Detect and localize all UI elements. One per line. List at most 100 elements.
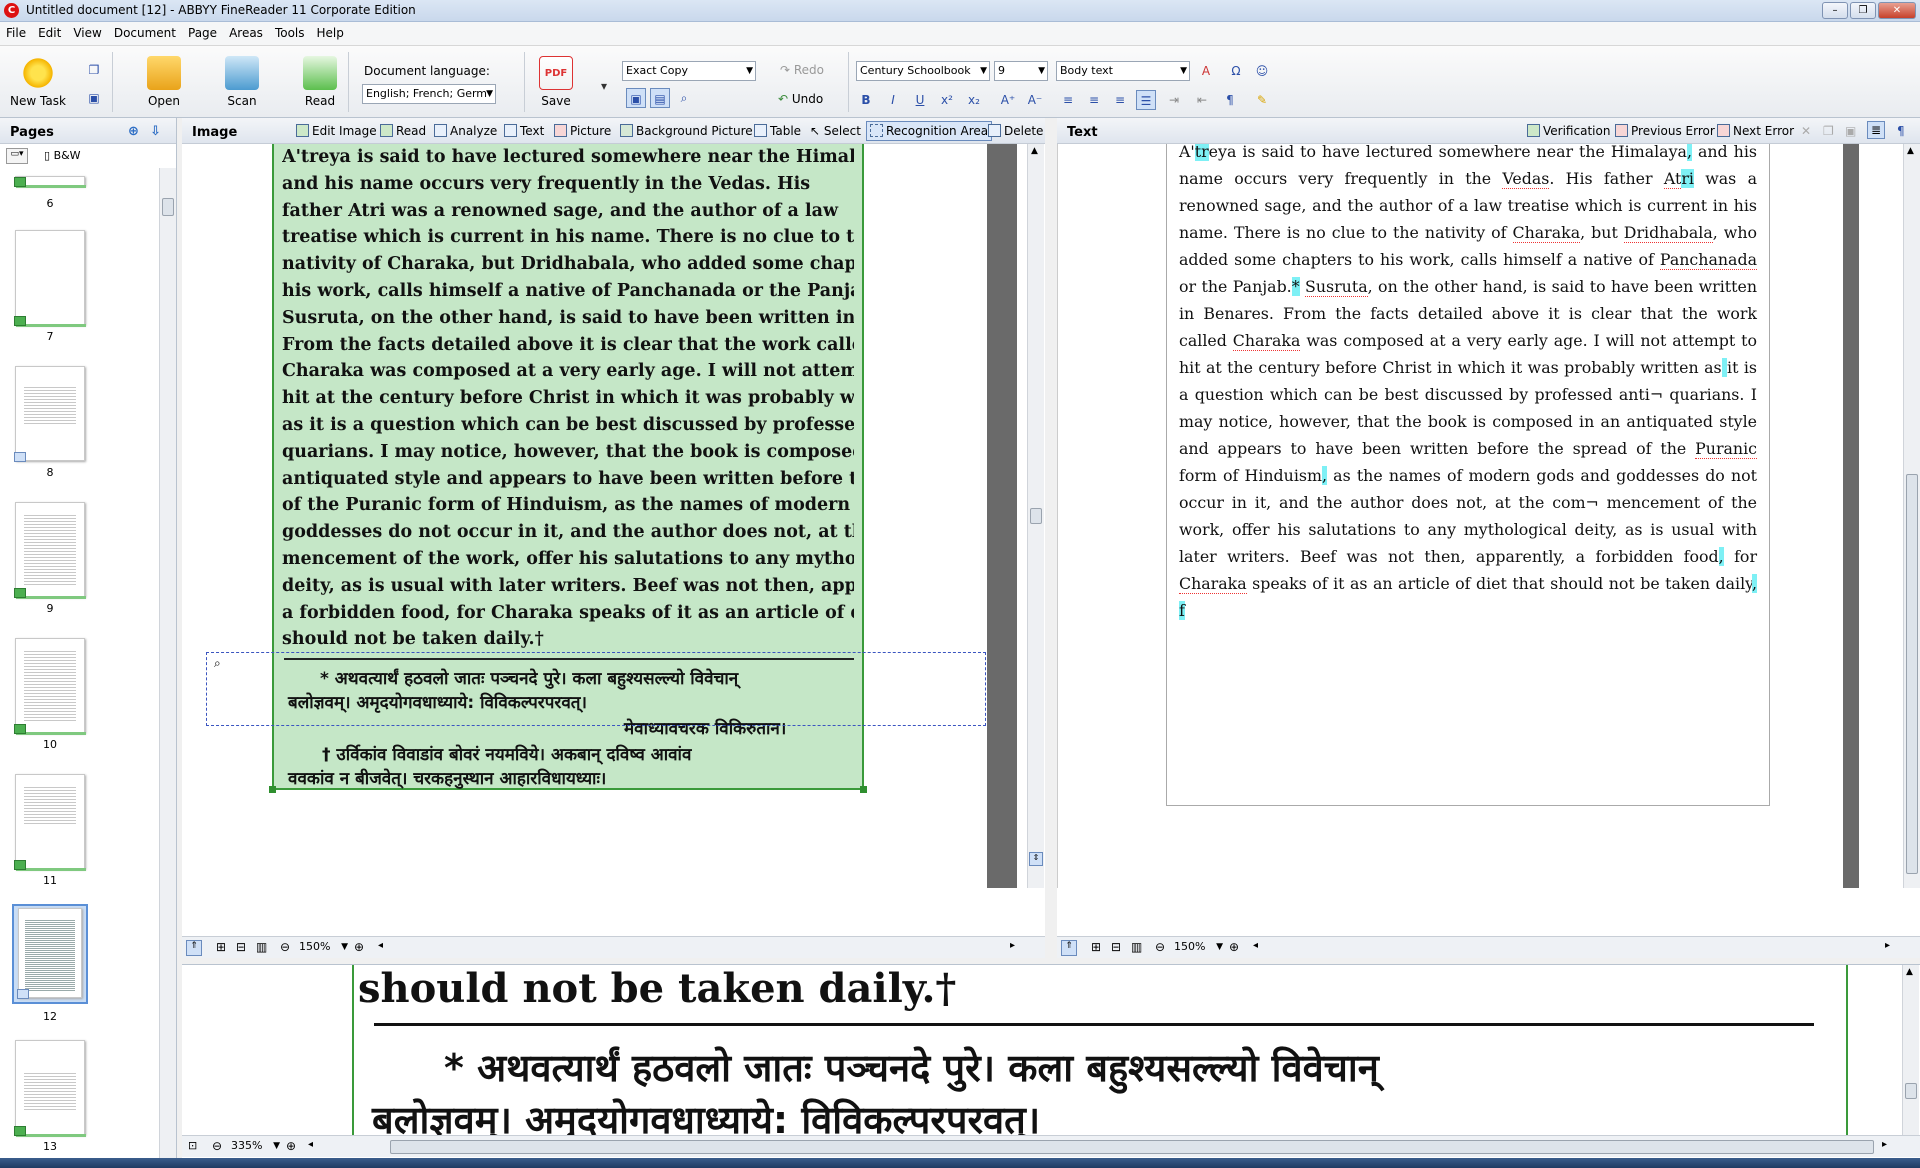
menu-help[interactable]: Help bbox=[311, 22, 350, 40]
text-canvas[interactable]: A'treya is said to have lectured somewhe… bbox=[1063, 144, 1859, 888]
increase-font-icon[interactable]: A⁺ bbox=[998, 90, 1018, 110]
zoom-in-icon[interactable]: ⊕ bbox=[1229, 940, 1239, 954]
scroll-right-icon[interactable]: ▸ bbox=[1010, 940, 1015, 951]
picture-area-tool[interactable]: Picture bbox=[554, 124, 611, 138]
zoom-out-icon[interactable]: ⊖ bbox=[280, 940, 290, 954]
page-thumbnail-10[interactable] bbox=[14, 638, 86, 735]
analyze-tool[interactable]: Analyze bbox=[434, 124, 497, 138]
recognized-text[interactable]: A'treya is said to have lectured somewhe… bbox=[1179, 144, 1757, 624]
font-family-select[interactable]: Century Schoolbook ▼ bbox=[856, 61, 990, 81]
minimize-button[interactable]: – bbox=[1822, 2, 1848, 19]
italic-icon[interactable]: I bbox=[883, 90, 903, 110]
menu-areas[interactable]: Areas bbox=[223, 22, 269, 40]
zoom-in-icon[interactable]: ⊕ bbox=[354, 940, 364, 954]
next-error-button[interactable]: Next Error bbox=[1717, 124, 1794, 138]
subscript-icon[interactable]: x₂ bbox=[964, 90, 984, 110]
scroll-right-icon[interactable]: ▸ bbox=[1885, 940, 1890, 951]
zoom-in-icon[interactable]: ⊕ bbox=[286, 1139, 296, 1153]
color-mode-button[interactable]: ▯ B&W bbox=[44, 149, 81, 162]
magnifier-icon[interactable]: ⌕ bbox=[674, 88, 694, 108]
text-area-tool[interactable]: Text bbox=[504, 124, 544, 138]
bold-icon[interactable]: B bbox=[856, 90, 876, 110]
copy-icon[interactable]: ❐ bbox=[84, 60, 104, 80]
align-center-icon[interactable]: ≡ bbox=[1084, 90, 1104, 110]
redo-button[interactable]: ↷ Redo bbox=[780, 63, 824, 77]
underline-icon[interactable]: U bbox=[910, 90, 930, 110]
view-mode-icon[interactable]: ▭▾ bbox=[6, 148, 28, 164]
highlight-icon[interactable]: ✎ bbox=[1252, 90, 1272, 110]
style-editor-icon[interactable]: A bbox=[1196, 61, 1216, 81]
collapse-pane-icon[interactable]: ⇑ bbox=[1061, 940, 1077, 956]
text-view-icon[interactable]: ▤ bbox=[650, 88, 670, 108]
recognition-area-selection[interactable] bbox=[206, 652, 986, 726]
zoom-out-icon[interactable]: ⊖ bbox=[212, 1139, 222, 1153]
image-canvas[interactable]: A'treya is said to have lectured somewhe… bbox=[186, 144, 987, 888]
text-pane-scrollbar[interactable]: ▲ bbox=[1903, 144, 1920, 888]
menu-document[interactable]: Document bbox=[108, 22, 182, 40]
image-pane-scrollbar[interactable]: ▲ ⇕ bbox=[1027, 144, 1044, 888]
table-area-tool[interactable]: Table bbox=[754, 124, 801, 138]
omega-icon[interactable]: Ω bbox=[1226, 61, 1246, 81]
fit-icon[interactable]: ⊡ bbox=[188, 1139, 197, 1152]
zoom-pane-scrollbar[interactable]: ▲ bbox=[1902, 965, 1919, 1135]
add-page-icon[interactable]: ⊕ bbox=[128, 124, 139, 139]
menu-page[interactable]: Page bbox=[182, 22, 223, 40]
indent-icon[interactable]: ⇥ bbox=[1164, 90, 1184, 110]
zoomed-image[interactable]: should not be taken daily.† * अथवत्यार्थ… bbox=[352, 965, 1848, 1135]
close-button[interactable]: ✕ bbox=[1878, 2, 1916, 19]
image-view-icon[interactable]: ▣ bbox=[626, 88, 646, 108]
text-page[interactable]: A'treya is said to have lectured somewhe… bbox=[1166, 144, 1770, 806]
page-thumbnail-12[interactable] bbox=[17, 908, 82, 999]
scroll-left-icon[interactable]: ◂ bbox=[378, 940, 383, 951]
maximize-button[interactable]: ❐ bbox=[1850, 2, 1876, 19]
new-task-button[interactable]: New Task bbox=[6, 50, 70, 116]
page-thumbnail-9[interactable] bbox=[14, 502, 86, 599]
undo-button[interactable]: ↶ Undo bbox=[778, 92, 823, 106]
actual-size-icon[interactable]: ▥ bbox=[256, 940, 267, 954]
save-button[interactable]: PDF Save bbox=[524, 50, 588, 116]
document-language-select[interactable]: English; French; Germ ▼ bbox=[362, 84, 496, 104]
scroll-right-icon[interactable]: ▸ bbox=[1882, 1139, 1887, 1150]
scroll-left-icon[interactable]: ◂ bbox=[308, 1139, 313, 1150]
justify-icon[interactable]: ☰ bbox=[1136, 90, 1156, 110]
previous-error-button[interactable]: Previous Error bbox=[1615, 124, 1715, 138]
superscript-icon[interactable]: x² bbox=[937, 90, 957, 110]
page-thumbnail-11[interactable] bbox=[14, 774, 86, 871]
edit-image-tool[interactable]: Edit Image bbox=[296, 124, 377, 138]
paste-text-icon[interactable]: ▣ bbox=[1845, 124, 1856, 138]
text-view-toggle-icon[interactable]: ≣ bbox=[1867, 121, 1886, 139]
align-left-icon[interactable]: ≡ bbox=[1058, 90, 1078, 110]
zoom-pane-select[interactable]: 335% ▼ bbox=[228, 1137, 282, 1157]
pilcrow-icon[interactable]: ¶ bbox=[1897, 124, 1905, 138]
outdent-icon[interactable]: ⇤ bbox=[1192, 90, 1212, 110]
page-thumbnail-6[interactable] bbox=[14, 176, 86, 188]
pages-scrollbar[interactable] bbox=[159, 168, 176, 1158]
open-button[interactable]: Open bbox=[132, 50, 196, 116]
fit-page-icon[interactable]: ⊞ bbox=[216, 940, 226, 954]
fit-width-icon[interactable]: ⊟ bbox=[236, 940, 246, 954]
menu-file[interactable]: File bbox=[0, 22, 32, 40]
zoom-horizontal-scrollbar[interactable] bbox=[390, 1140, 1874, 1154]
line-spacing-icon[interactable]: ¶ bbox=[1220, 90, 1240, 110]
recognition-area-tool[interactable]: Recognition Area bbox=[866, 121, 993, 141]
actual-size-icon[interactable]: ▥ bbox=[1131, 940, 1142, 954]
scan-button[interactable]: Scan bbox=[210, 50, 274, 116]
menu-tools[interactable]: Tools bbox=[269, 22, 311, 40]
save-mode-select[interactable]: Exact Copy ▼ bbox=[622, 61, 756, 81]
paste-icon[interactable]: ▣ bbox=[84, 88, 104, 108]
zoom-out-icon[interactable]: ⊖ bbox=[1155, 940, 1165, 954]
select-tool[interactable]: ↖ Select bbox=[810, 124, 861, 138]
align-right-icon[interactable]: ≡ bbox=[1110, 90, 1130, 110]
scroll-left-icon[interactable]: ◂ bbox=[1253, 940, 1258, 951]
page-thumbnail-7[interactable] bbox=[14, 230, 86, 327]
fit-page-icon[interactable]: ⊞ bbox=[1091, 940, 1101, 954]
paragraph-style-select[interactable]: Body text ▼ bbox=[1056, 61, 1190, 81]
people-icon[interactable]: ☺ bbox=[1252, 61, 1272, 81]
page-options-icon[interactable]: ⇩ bbox=[150, 124, 161, 139]
read-button[interactable]: Read bbox=[288, 50, 352, 116]
read-tool[interactable]: Read bbox=[380, 124, 426, 138]
fit-width-icon[interactable]: ⊟ bbox=[1111, 940, 1121, 954]
decrease-font-icon[interactable]: A⁻ bbox=[1025, 90, 1045, 110]
copy-text-icon[interactable]: ❐ bbox=[1823, 124, 1834, 138]
page-thumbnail-8[interactable] bbox=[14, 366, 85, 462]
